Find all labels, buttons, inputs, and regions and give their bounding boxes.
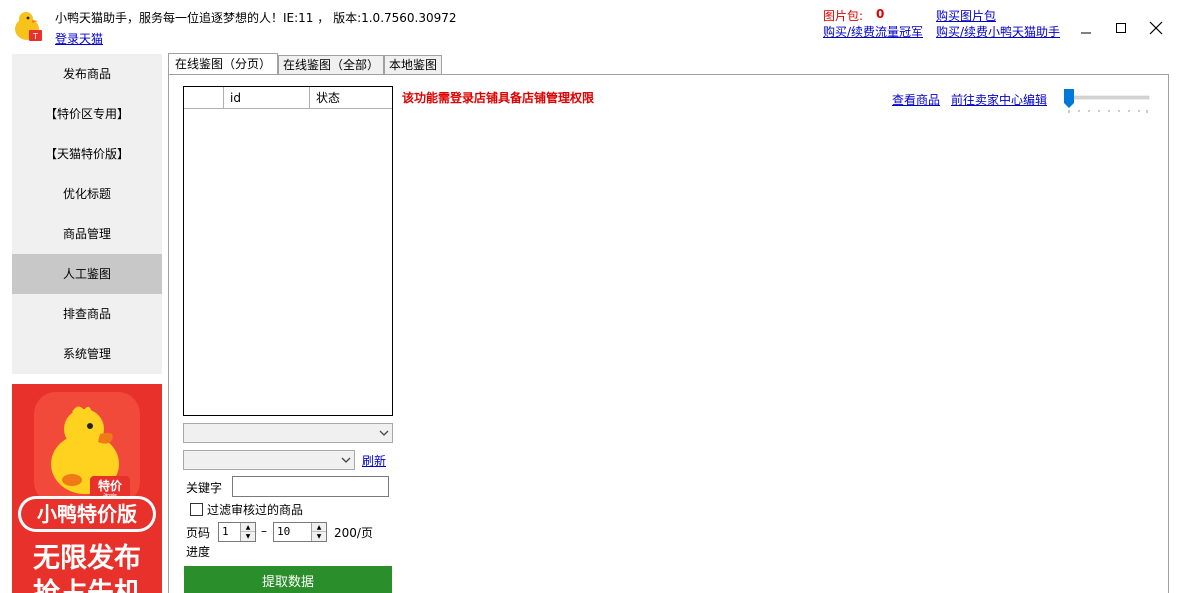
zoom-slider[interactable] <box>1063 88 1153 116</box>
promo-line-2: 抢占先机 <box>33 577 141 593</box>
sidebar-item-tmall-special[interactable]: 【天猫特价版】 <box>12 134 162 174</box>
page-to-stepper-buttons: ▲ ▼ <box>311 523 326 541</box>
fetch-data-button[interactable]: 提取数据 <box>184 566 392 593</box>
column-header-select[interactable] <box>184 87 224 109</box>
login-tmall-link[interactable]: 登录天猫 <box>55 30 103 47</box>
promo-duck-illustration: 特价 淘宝 小鸭特价版 无限发布 抢占先机 <box>12 384 162 593</box>
filter-reviewed-label: 过滤审核过的商品 <box>207 503 304 517</box>
sidebar-item-system[interactable]: 系统管理 <box>12 334 162 374</box>
slider-thumb[interactable] <box>1064 89 1074 108</box>
progress-label: 进度 <box>186 545 211 559</box>
filter-reviewed-checkbox[interactable] <box>190 503 203 516</box>
promo-banner[interactable]: 特价 淘宝 小鸭特价版 无限发布 抢占先机 <box>12 384 162 593</box>
sidebar-item-manual-review[interactable]: 人工鉴图 <box>12 254 162 294</box>
per-page-label: 200/页 <box>334 526 373 540</box>
filter-select[interactable] <box>183 450 355 470</box>
sidebar-nav: 发布商品 【特价区专用】 【天猫特价版】 优化标题 商品管理 人工鉴图 排查商品… <box>12 54 162 374</box>
maximize-button[interactable] <box>1106 14 1136 44</box>
promo-title: 小鸭特价版 <box>37 502 137 526</box>
maximize-icon <box>1116 23 1126 33</box>
permission-warning: 该功能需登录店铺具备店铺管理权限 <box>402 91 595 105</box>
close-button[interactable] <box>1141 14 1171 44</box>
page-range-dash: – <box>261 524 267 538</box>
duck-logo-icon: T <box>15 12 42 41</box>
page-from-value: 1 <box>222 525 229 538</box>
buy-traffic-link[interactable]: 购买/续费流量冠军 <box>823 23 923 40</box>
page-to-stepper[interactable]: 10 ▲ ▼ <box>273 522 327 542</box>
svg-text:T: T <box>32 32 38 41</box>
minimize-icon <box>1081 32 1091 34</box>
image-package-count: 0 <box>876 7 885 21</box>
image-package-label: 图片包: <box>823 9 864 23</box>
tab-local-review[interactable]: 本地鉴图 <box>384 55 442 75</box>
column-header-id[interactable]: id <box>224 87 310 109</box>
tab-online-review-paged[interactable]: 在线鉴图（分页） <box>168 53 278 74</box>
stepper-down-icon[interactable]: ▼ <box>312 532 326 541</box>
page-label: 页码 <box>186 526 211 540</box>
sidebar-item-publish[interactable]: 发布商品 <box>12 54 162 94</box>
app-title: 小鸭天猫助手，服务每一位追逐梦想的人！IE:11 ， 版本:1.0.7560.3… <box>55 11 457 25</box>
promo-badge-text: 特价 <box>98 478 123 493</box>
buy-assistant-link[interactable]: 购买/续费小鸭天猫助手 <box>936 23 1060 40</box>
page-from-stepper[interactable]: 1 ▲ ▼ <box>218 522 256 542</box>
list-header: id 状态 <box>184 87 392 109</box>
page-to-value: 10 <box>277 525 291 538</box>
title-bar: T 小鸭天猫助手，服务每一位追逐梦想的人！IE:11 ， 版本:1.0.7560… <box>0 0 1183 52</box>
category-select[interactable] <box>183 423 393 443</box>
tab-online-review-all[interactable]: 在线鉴图（全部） <box>278 55 384 75</box>
goods-list[interactable]: id 状态 <box>183 86 393 416</box>
sidebar-item-special-zone[interactable]: 【特价区专用】 <box>12 94 162 134</box>
minimize-button[interactable] <box>1071 14 1101 44</box>
view-goods-link[interactable]: 查看商品 <box>892 91 940 108</box>
stepper-up-icon[interactable]: ▲ <box>312 523 326 532</box>
stepper-down-icon[interactable]: ▼ <box>241 532 255 541</box>
sidebar-item-goods-management[interactable]: 商品管理 <box>12 214 162 254</box>
buy-image-package-link[interactable]: 购买图片包 <box>936 7 996 24</box>
sidebar-item-inspect-goods[interactable]: 排查商品 <box>12 294 162 334</box>
close-icon <box>1149 21 1163 35</box>
chevron-down-icon <box>379 430 389 436</box>
keyword-label: 关键字 <box>186 481 223 495</box>
keyword-input[interactable] <box>232 476 389 497</box>
chevron-down-icon <box>341 457 351 463</box>
promo-line-1: 无限发布 <box>33 542 141 574</box>
stepper-up-icon[interactable]: ▲ <box>241 523 255 532</box>
page-from-stepper-buttons: ▲ ▼ <box>240 523 255 541</box>
seller-center-edit-link[interactable]: 前往卖家中心编辑 <box>951 91 1047 108</box>
refresh-link[interactable]: 刷新 <box>362 452 386 469</box>
sidebar-item-optimize-title[interactable]: 优化标题 <box>12 174 162 214</box>
column-header-status[interactable]: 状态 <box>310 87 392 109</box>
